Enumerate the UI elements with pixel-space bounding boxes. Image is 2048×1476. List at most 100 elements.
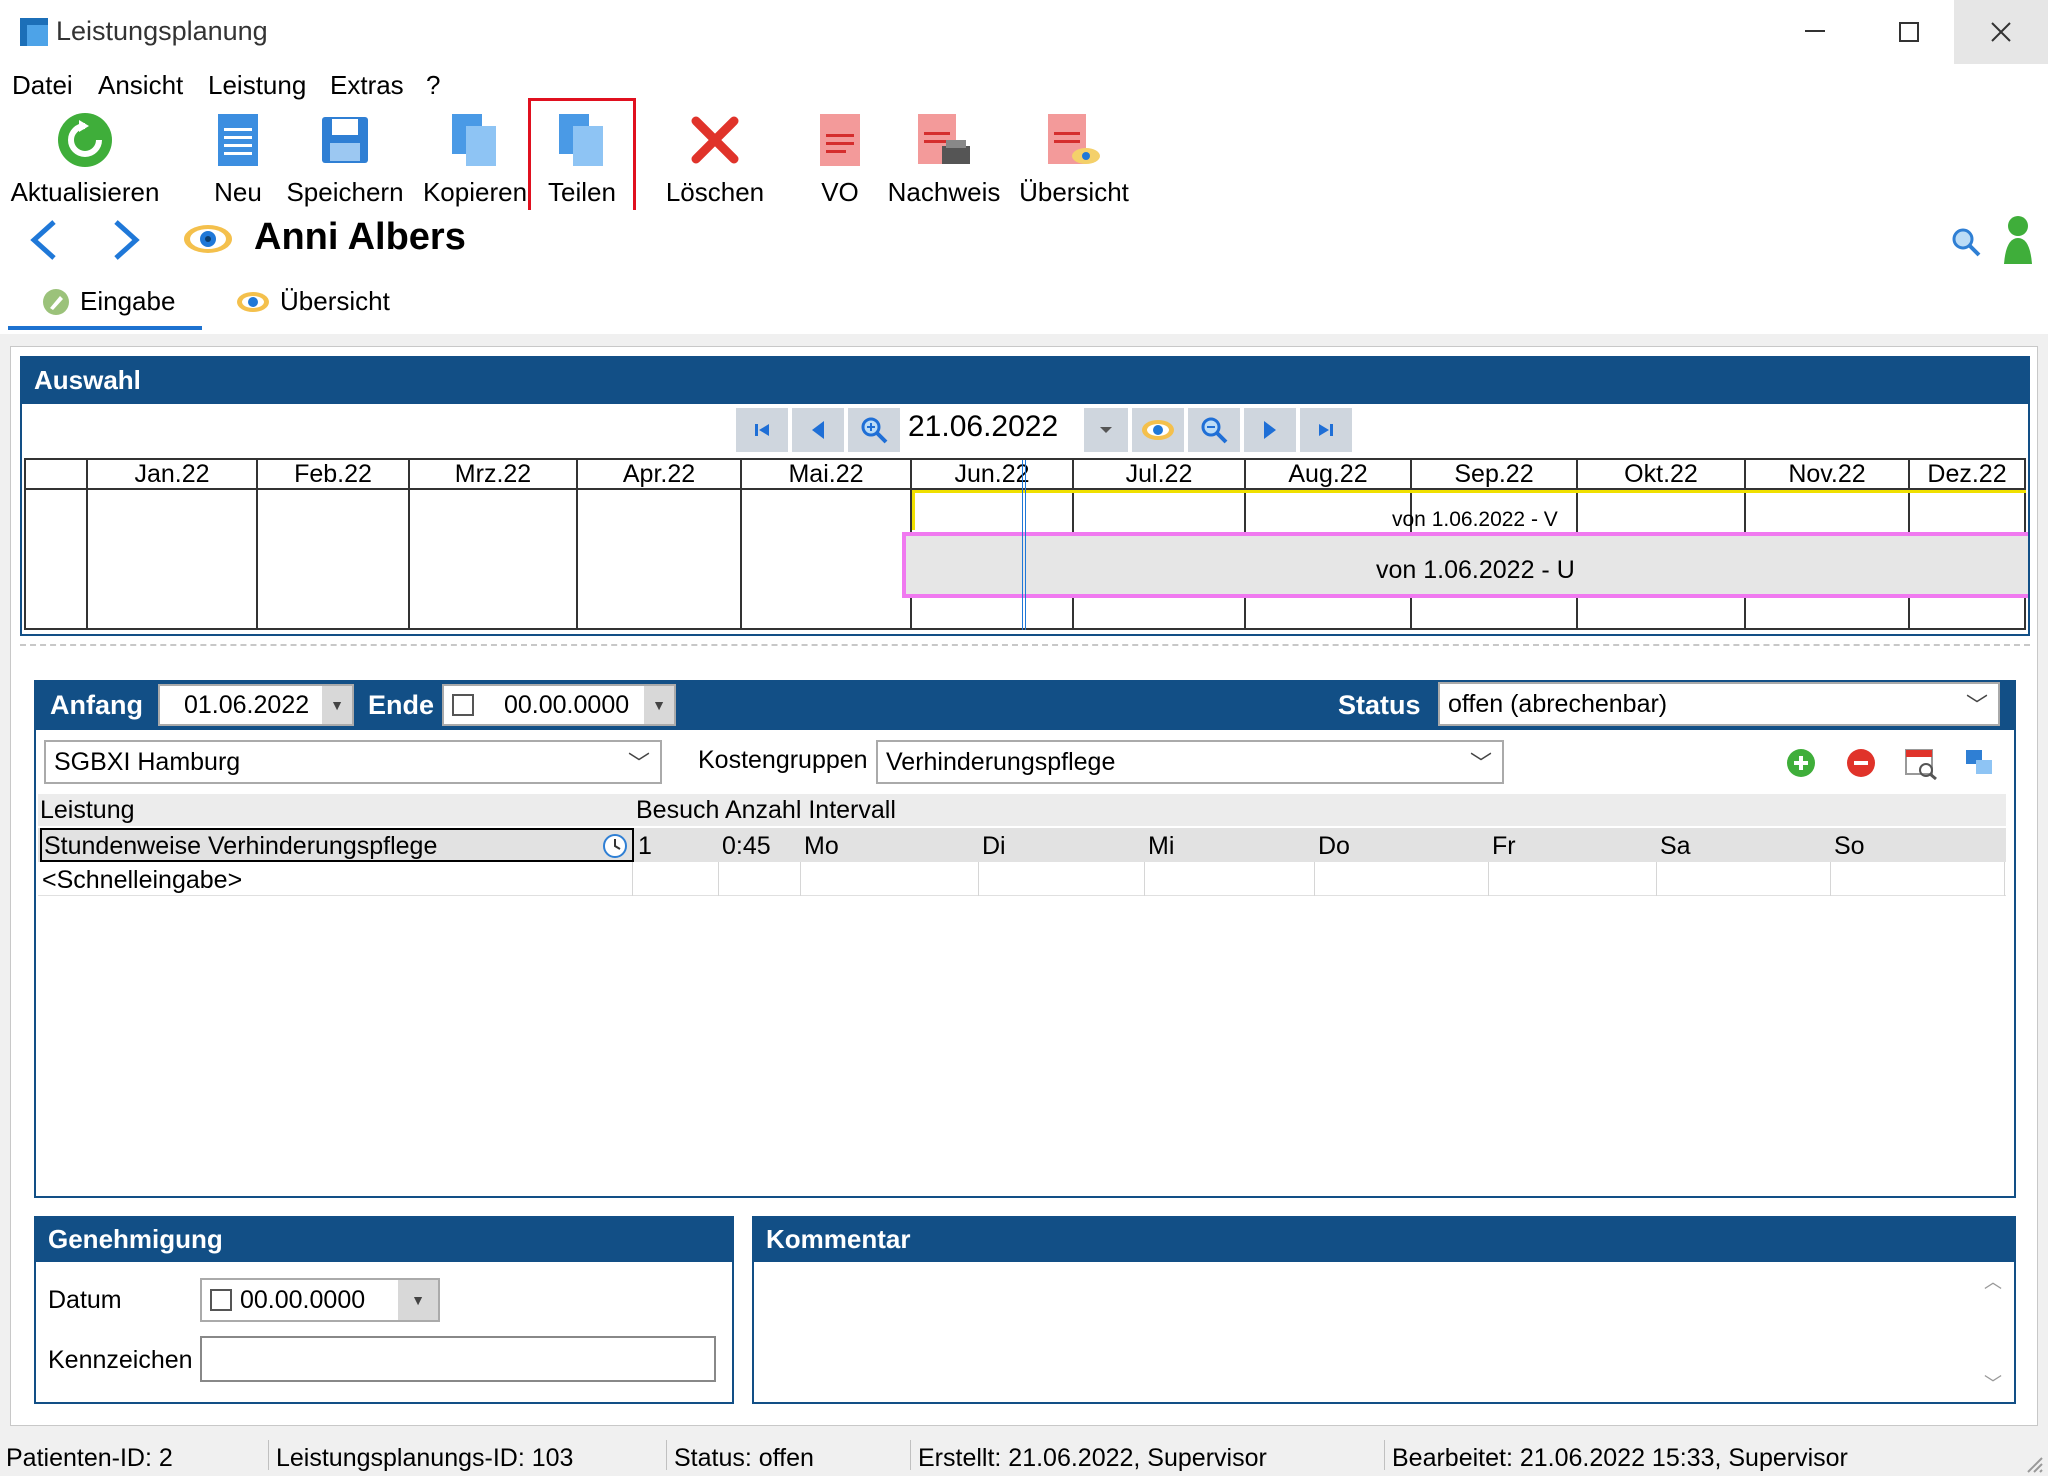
column-header-besuch: Besuch Anzahl Intervall [636, 796, 896, 824]
ende-checkbox[interactable] [452, 694, 474, 716]
next-button[interactable] [1244, 408, 1296, 452]
patient-name: Anni Albers [254, 216, 466, 258]
clock-icon[interactable] [602, 833, 628, 859]
cell-divider [800, 862, 801, 896]
zoom-out-button[interactable] [1188, 408, 1240, 452]
today-marker [1022, 460, 1026, 630]
day-cell-mo[interactable]: Mo [804, 832, 839, 861]
view-button[interactable] [1132, 408, 1184, 452]
last-button[interactable] [1300, 408, 1352, 452]
traeger-select[interactable]: SGBXI Hamburg ﹀ [44, 740, 662, 784]
close-button[interactable] [1954, 0, 2048, 64]
tab-eingabe[interactable]: Eingabe [42, 286, 175, 317]
next-patient-button[interactable] [108, 218, 144, 269]
chevron-down-icon: ▼ [398, 1280, 438, 1320]
neu-button[interactable]: Neu [206, 104, 270, 208]
maximize-button[interactable] [1864, 0, 1954, 64]
chevron-down-icon [1100, 427, 1112, 433]
calendar-search-button[interactable] [1904, 746, 1938, 787]
genehmigung-datum-field[interactable]: 00.00.0000 ▼ [200, 1278, 440, 1322]
copy-icon [445, 110, 505, 169]
zoom-in-button[interactable] [848, 408, 900, 452]
menu-help[interactable]: ? [426, 70, 440, 101]
besuch-cell[interactable]: 1 [638, 832, 652, 861]
loeschen-button[interactable]: Löschen [660, 104, 770, 208]
day-cell-do[interactable]: Do [1318, 832, 1350, 861]
kopieren-button[interactable]: Kopieren [420, 104, 530, 208]
month-label: Jul.22 [1125, 460, 1193, 488]
day-cell-fr[interactable]: Fr [1492, 832, 1516, 861]
search-icon[interactable] [1950, 226, 1982, 265]
vo-button[interactable]: VO [806, 104, 874, 208]
nachweis-button[interactable]: Nachweis [888, 104, 1000, 208]
scroll-down-icon[interactable]: ﹀ [1984, 1370, 2002, 1396]
day-cell-so[interactable]: So [1834, 832, 1865, 861]
toolbar: Aktualisieren Neu Speichern Kopieren Tei… [0, 104, 2048, 224]
cell-divider [1656, 862, 1657, 896]
status-divider [1384, 1440, 1385, 1470]
add-row-button[interactable] [1786, 748, 1816, 785]
month-label: Jan.22 [134, 460, 210, 488]
status-text: Status: offen [674, 1444, 814, 1472]
datum-label: Datum [48, 1286, 122, 1314]
status-erstellt: Erstellt: 21.06.2022, Supervisor [918, 1444, 1267, 1472]
date-dropdown-button[interactable] [1084, 408, 1128, 452]
current-date: 21.06.2022 [908, 410, 1059, 443]
kostengruppen-label: Kostengruppen [698, 746, 868, 774]
first-button[interactable] [736, 408, 788, 452]
resize-grip-icon[interactable] [2024, 1450, 2044, 1476]
kostengruppen-select[interactable]: Verhinderungspflege ﹀ [876, 740, 1504, 784]
status-patient-id: Patienten-ID: 2 [6, 1444, 173, 1472]
app-icon [20, 18, 48, 46]
leistung-cell-edit[interactable]: Stundenweise Verhinderungspflege [40, 828, 634, 862]
minimize-button[interactable] [1770, 0, 1860, 64]
maximize-icon [1899, 22, 1919, 42]
kommentar-header: Kommentar [752, 1216, 2016, 1262]
triangle-right-icon [1264, 421, 1276, 439]
previous-patient-button[interactable] [26, 218, 62, 269]
kennzeichen-input[interactable] [200, 1336, 716, 1382]
previous-button[interactable] [792, 408, 844, 452]
menu-extras[interactable]: Extras [330, 70, 404, 101]
status-label: Status [1338, 690, 1421, 720]
active-tab-indicator [8, 326, 202, 330]
datum-checkbox[interactable] [210, 1289, 232, 1311]
table-row[interactable]: <Schnelleingabe> [38, 862, 2006, 896]
document-eye-icon [1044, 110, 1104, 169]
tab-uebersicht[interactable]: Übersicht [236, 286, 390, 317]
uebersicht-button[interactable]: Übersicht [1018, 104, 1130, 208]
intervall-cell[interactable]: 0:45 [722, 832, 771, 861]
table-row[interactable]: Stundenweise Verhinderungspflege 1 0:45 … [38, 828, 2006, 862]
kennzeichen-label: Kennzeichen [48, 1346, 193, 1374]
print-document-icon [914, 110, 974, 169]
window-title: Leistungsplanung [56, 16, 268, 46]
cell-divider [1314, 862, 1315, 896]
menu-bar: Datei Ansicht Leistung Extras ? [0, 64, 2048, 104]
month-label: Apr.22 [622, 460, 696, 488]
kommentar-textarea[interactable] [756, 1264, 1992, 1400]
remove-row-button[interactable] [1846, 748, 1876, 785]
anfang-date-field[interactable]: 01.06.2022 ▼ [158, 684, 354, 726]
cell-divider [978, 862, 979, 896]
eye-icon [237, 291, 269, 312]
patient-eye-icon[interactable] [182, 222, 234, 263]
aktualisieren-button[interactable]: Aktualisieren [10, 104, 160, 208]
speichern-button[interactable]: Speichern [286, 104, 404, 208]
cell-divider [718, 862, 719, 896]
menu-leistung[interactable]: Leistung [208, 70, 306, 101]
ende-date-field[interactable]: 00.00.0000 ▼ [442, 684, 676, 726]
vo-document-icon [810, 110, 870, 169]
day-cell-di[interactable]: Di [982, 832, 1006, 861]
day-cell-sa[interactable]: Sa [1660, 832, 1691, 861]
menu-ansicht[interactable]: Ansicht [98, 70, 183, 101]
menu-datei[interactable]: Datei [12, 70, 73, 101]
zoom-in-icon [861, 417, 888, 444]
schnelleingabe-cell[interactable]: <Schnelleingabe> [42, 866, 242, 895]
user-icon[interactable] [2000, 214, 2036, 273]
splitter[interactable] [20, 644, 2030, 646]
status-divider [666, 1440, 667, 1470]
scroll-up-icon[interactable]: ︿ [1984, 1268, 2002, 1294]
status-select[interactable]: offen (abrechenbar) ﹀ [1438, 682, 2000, 726]
day-cell-mi[interactable]: Mi [1148, 832, 1174, 861]
window-layout-button[interactable] [1964, 748, 1994, 785]
